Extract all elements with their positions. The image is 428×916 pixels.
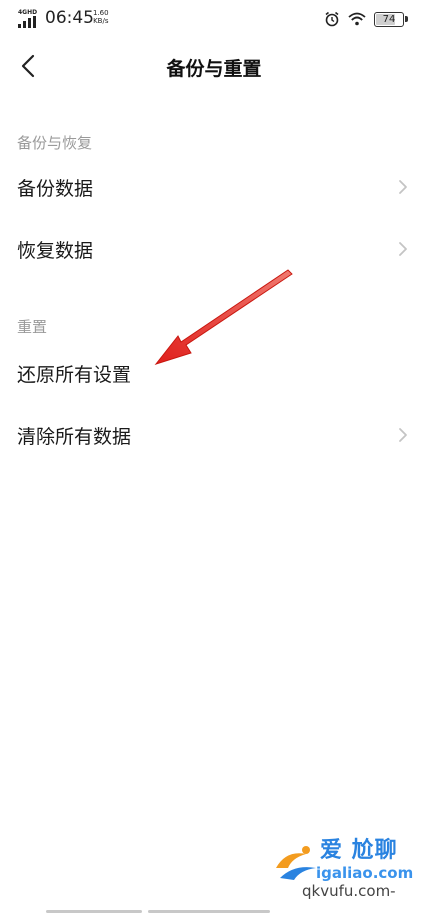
chevron-right-icon	[399, 428, 407, 442]
top-bar: 备份与重置	[0, 38, 428, 96]
reset-all-settings-label: 还原所有设置	[17, 363, 132, 386]
battery-percent: 74	[382, 13, 396, 25]
reset-all-settings-item[interactable]: 还原所有设置	[0, 342, 428, 404]
watermark-url: igaliao.com	[316, 864, 414, 882]
erase-all-data-item[interactable]: 清除所有数据	[0, 404, 428, 466]
watermark-title: 爱 尬聊	[320, 838, 398, 863]
backup-data-label: 备份数据	[17, 177, 94, 200]
network-speed: 1.60 KB/s	[93, 9, 109, 25]
watermark: 爱 尬聊 igaliao.com qkvufu.com-	[272, 828, 422, 900]
section-label-reset: 重置	[17, 318, 48, 336]
clock: 06:45	[45, 8, 94, 28]
watermark-url-secondary: qkvufu.com-	[302, 882, 396, 900]
restore-data-label: 恢复数据	[17, 239, 94, 262]
network-type: 4GHD	[18, 9, 38, 16]
network-speed-unit: KB/s	[93, 17, 109, 25]
alarm-icon	[325, 11, 339, 27]
nav-indicator-center	[148, 910, 270, 913]
section-label-backup-restore: 备份与恢复	[17, 134, 93, 152]
page-title: 备份与重置	[166, 58, 262, 80]
battery-icon: 74	[374, 11, 408, 27]
network-speed-value: 1.60	[93, 9, 109, 17]
signal-icon: 4GHD	[18, 9, 40, 28]
erase-all-data-label: 清除所有数据	[17, 425, 132, 448]
backup-data-item[interactable]: 备份数据	[0, 156, 428, 218]
wifi-icon	[348, 12, 366, 26]
watermark-logo-icon	[276, 846, 316, 880]
status-bar: 4GHD 06:45 1.60 KB/s 74	[0, 0, 428, 38]
restore-data-item[interactable]: 恢复数据	[0, 218, 428, 280]
chevron-right-icon	[399, 242, 407, 256]
nav-indicator-left	[46, 910, 142, 913]
status-icons: 74	[324, 10, 408, 28]
chevron-right-icon	[399, 180, 407, 194]
